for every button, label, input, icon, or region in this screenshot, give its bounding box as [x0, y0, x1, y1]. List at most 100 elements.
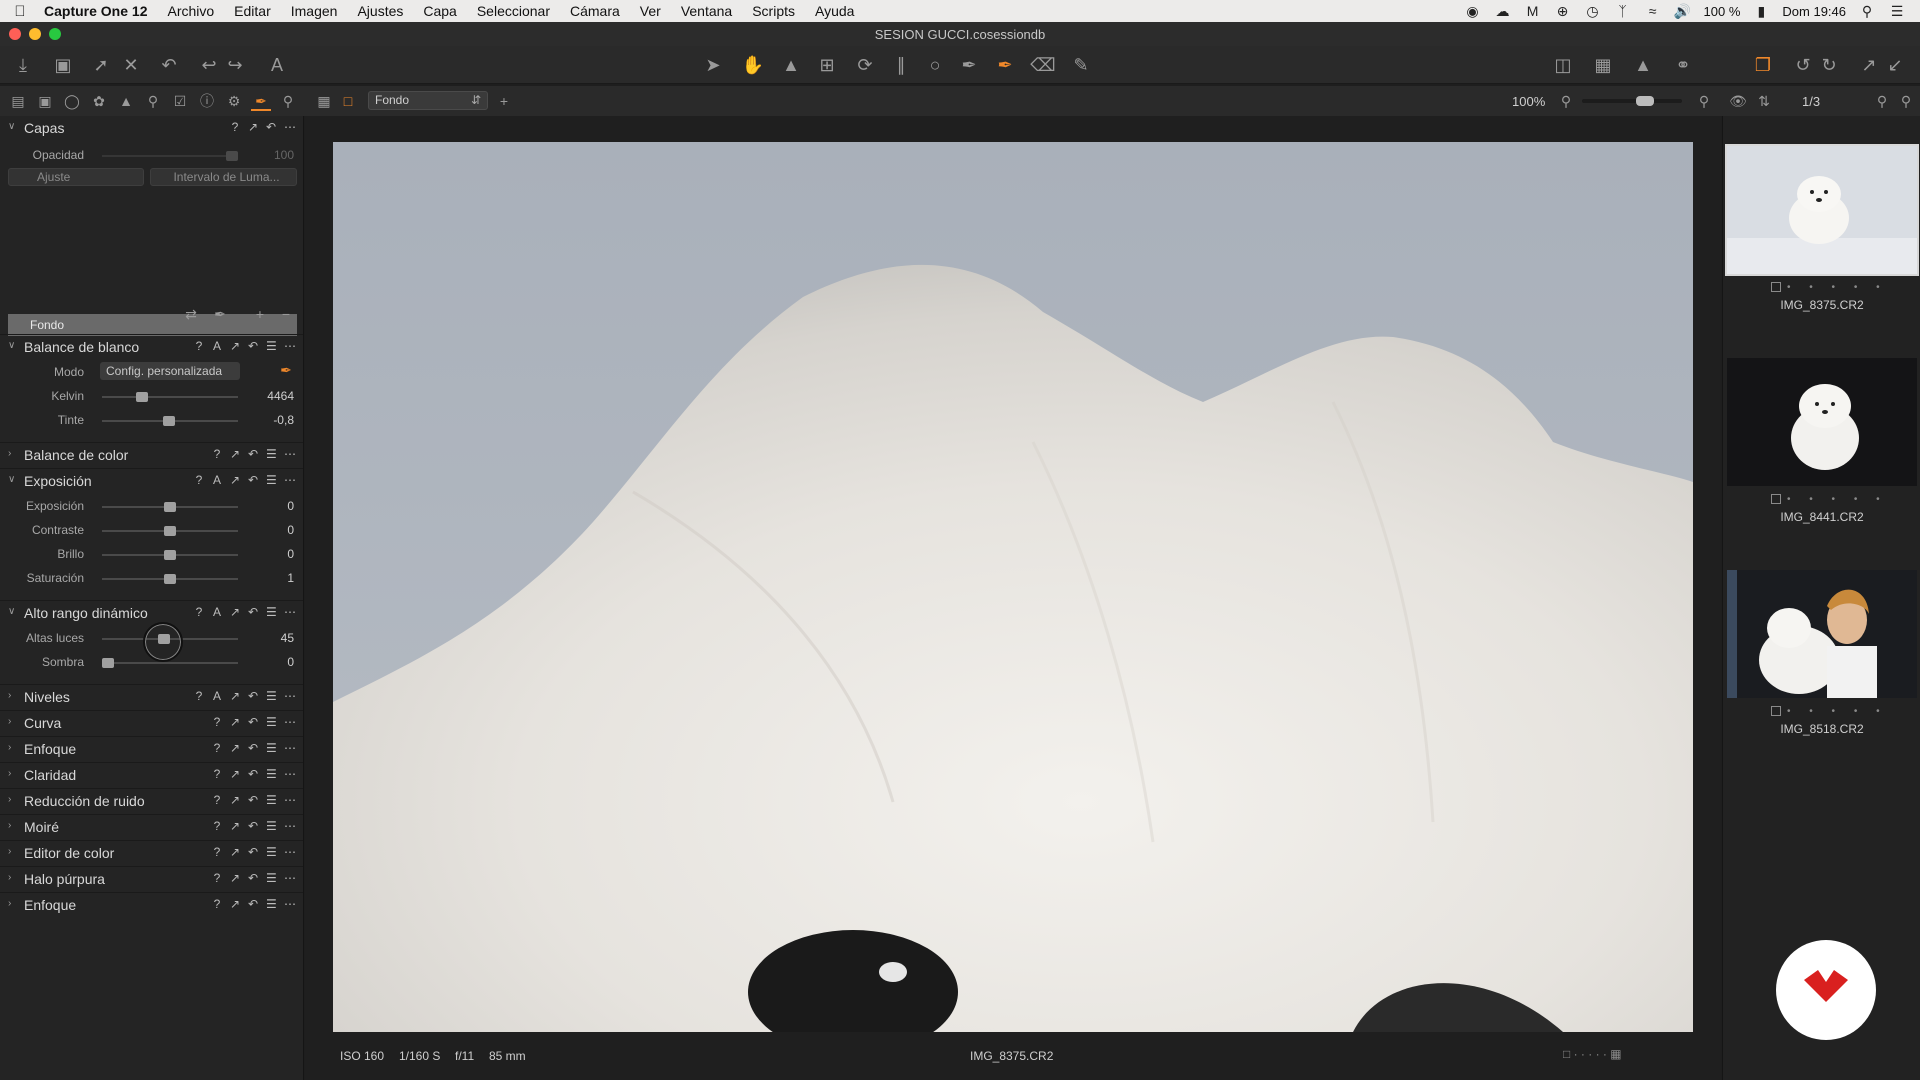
pin-icon[interactable]: ↗: [230, 447, 240, 461]
pin-icon[interactable]: ↗: [230, 715, 240, 729]
presets-icon[interactable]: ☰: [266, 793, 277, 807]
show-eye-icon[interactable]: 👁: [1728, 91, 1748, 111]
more-icon[interactable]: ⋯: [284, 819, 296, 833]
pin-icon[interactable]: ↗: [230, 871, 240, 885]
thumbnail-3-rating[interactable]: • • • • •: [1771, 706, 1891, 717]
airdrop-icon[interactable]: ⊕: [1554, 3, 1572, 20]
select-checkbox[interactable]: [1771, 282, 1781, 293]
adjustments-tab-icon[interactable]: ☑: [170, 91, 190, 111]
saturation-value[interactable]: 1: [254, 571, 294, 585]
time-machine-icon[interactable]: ◷: [1584, 3, 1602, 20]
eraser-tool-icon[interactable]: ⌫: [1030, 52, 1056, 78]
section-collapsed[interactable]: › Curva? ↗ ↶ ☰ ⋯: [0, 710, 303, 734]
copy-adjustments-icon[interactable]: ↗: [1856, 52, 1882, 78]
grid-icon[interactable]: ▦: [1590, 52, 1616, 78]
presets-icon[interactable]: ☰: [266, 819, 277, 833]
sort-icon[interactable]: ⇅: [1754, 91, 1774, 111]
import-icon[interactable]: ⤓: [10, 52, 36, 78]
layer-swap-icon[interactable]: ⇄: [181, 304, 201, 324]
contrast-slider[interactable]: [102, 526, 238, 536]
image-viewer[interactable]: ISO 160 1/160 S f/11 85 mm IMG_8375.CR2 …: [305, 116, 1721, 1080]
auto-icon[interactable]: A: [212, 605, 222, 619]
more-icon[interactable]: ⋯: [284, 473, 296, 487]
pin-icon[interactable]: ↗: [230, 689, 240, 703]
reset-icon[interactable]: ↶: [266, 120, 276, 134]
pin-icon[interactable]: ↗: [230, 767, 240, 781]
more-icon[interactable]: ⋯: [284, 447, 296, 461]
presets-icon[interactable]: ☰: [266, 715, 277, 729]
chevron-right-icon[interactable]: ›: [8, 846, 11, 857]
apple-menu-icon[interactable]: : [0, 3, 40, 20]
gradient-tool-icon[interactable]: ✎: [1068, 52, 1094, 78]
brush-tool-icon[interactable]: ✒: [992, 52, 1018, 78]
opacity-slider[interactable]: [102, 151, 238, 161]
keystone-tool-icon[interactable]: ▲: [778, 52, 804, 78]
section-collapsed[interactable]: › Reducción de ruido? ↗ ↶ ☰ ⋯: [0, 788, 303, 812]
exposure-warning-icon[interactable]: ◫: [1550, 52, 1576, 78]
tint-value[interactable]: -0,8: [254, 413, 294, 427]
highlights-value[interactable]: 45: [254, 631, 294, 645]
more-icon[interactable]: ⋯: [284, 120, 296, 134]
tint-slider-knob[interactable]: [163, 416, 175, 426]
chevron-right-icon[interactable]: ›: [8, 716, 11, 727]
help-icon[interactable]: ?: [194, 605, 204, 619]
delete-icon[interactable]: ✕: [118, 52, 144, 78]
zoom-slider[interactable]: [1582, 96, 1682, 106]
menu-ventana[interactable]: Ventana: [671, 3, 742, 19]
rotate-tool-icon[interactable]: ⟳: [852, 52, 878, 78]
section-balance-blanco[interactable]: ∨ Balance de blanco ? A ↗ ↶ ☰ ⋯: [0, 334, 303, 358]
section-alto-rango-dinamico[interactable]: ∨ Alto rango dinámico ? A ↗ ↶ ☰ ⋯: [0, 600, 303, 624]
section-collapsed[interactable]: › Niveles? A ↗ ↶ ☰ ⋯: [0, 684, 303, 708]
pin-icon[interactable]: ↗: [230, 845, 240, 859]
apply-adjustments-icon[interactable]: ↙: [1882, 52, 1908, 78]
color-tab-icon[interactable]: ✿: [89, 91, 109, 111]
zoom-out-icon[interactable]: ⚲: [1556, 91, 1576, 111]
shadow-value[interactable]: 0: [254, 655, 294, 669]
viewer-rating[interactable]: □ · · · · · ▦: [1563, 1047, 1622, 1061]
volume-icon[interactable]: 🔊: [1674, 3, 1692, 20]
section-collapsed[interactable]: › Enfoque? ↗ ↶ ☰ ⋯: [0, 736, 303, 760]
edit-selected-variants-icon[interactable]: ❐: [1750, 52, 1776, 78]
reset-icon[interactable]: ↶: [248, 897, 258, 911]
pin-icon[interactable]: ↗: [230, 741, 240, 755]
opacity-slider-knob[interactable]: [226, 151, 238, 161]
reset-icon[interactable]: ↶: [248, 339, 258, 353]
help-icon[interactable]: ?: [194, 473, 204, 487]
help-icon[interactable]: ?: [212, 845, 222, 859]
grid-view-icon[interactable]: ▦: [314, 91, 334, 111]
adjust-dropdown[interactable]: Ajuste: [8, 168, 144, 186]
remove-layer-icon[interactable]: −: [276, 304, 296, 324]
library-tab-icon[interactable]: ▤: [8, 91, 28, 111]
section-balance-color[interactable]: › Balance de color ? ↗ ↶ ☰ ⋯: [0, 442, 303, 466]
auto-icon[interactable]: A: [212, 689, 222, 703]
brightness-slider-knob[interactable]: [164, 550, 176, 560]
chevron-right-icon[interactable]: ›: [8, 794, 11, 805]
luma-range-button[interactable]: Intervalo de Luma...: [150, 168, 297, 186]
pin-icon[interactable]: ↗: [230, 819, 240, 833]
shadow-slider[interactable]: [102, 658, 238, 668]
more-icon[interactable]: ⋯: [284, 741, 296, 755]
open-folder-icon[interactable]: ➚: [88, 52, 114, 78]
contrast-value[interactable]: 0: [254, 523, 294, 537]
creative-cloud-icon[interactable]: ☁: [1494, 3, 1512, 20]
exposure-tab-icon[interactable]: ▲: [116, 91, 136, 111]
help-icon[interactable]: ?: [212, 741, 222, 755]
exposure-value[interactable]: 0: [254, 499, 294, 513]
straighten-tool-icon[interactable]: ∥: [888, 52, 914, 78]
browser-zoom-icon[interactable]: ⚲: [1896, 91, 1916, 111]
thumbnail-2-rating[interactable]: • • • • •: [1771, 494, 1891, 505]
more-icon[interactable]: ⋯: [284, 767, 296, 781]
menu-ayuda[interactable]: Ayuda: [805, 3, 864, 19]
auto-icon[interactable]: A: [212, 473, 222, 487]
reset-icon[interactable]: ↶: [248, 871, 258, 885]
help-icon[interactable]: ?: [212, 819, 222, 833]
menu-editar[interactable]: Editar: [224, 3, 281, 19]
section-collapsed[interactable]: › Claridad? ↗ ↶ ☰ ⋯: [0, 762, 303, 786]
reset-icon[interactable]: ↶: [248, 845, 258, 859]
presets-icon[interactable]: ☰: [266, 767, 277, 781]
presets-icon[interactable]: ☰: [266, 845, 277, 859]
pin-icon[interactable]: ↗: [230, 605, 240, 619]
close-window-button[interactable]: [9, 28, 21, 40]
exposure-slider[interactable]: [102, 502, 238, 512]
chevron-down-icon[interactable]: ∨: [8, 474, 15, 485]
